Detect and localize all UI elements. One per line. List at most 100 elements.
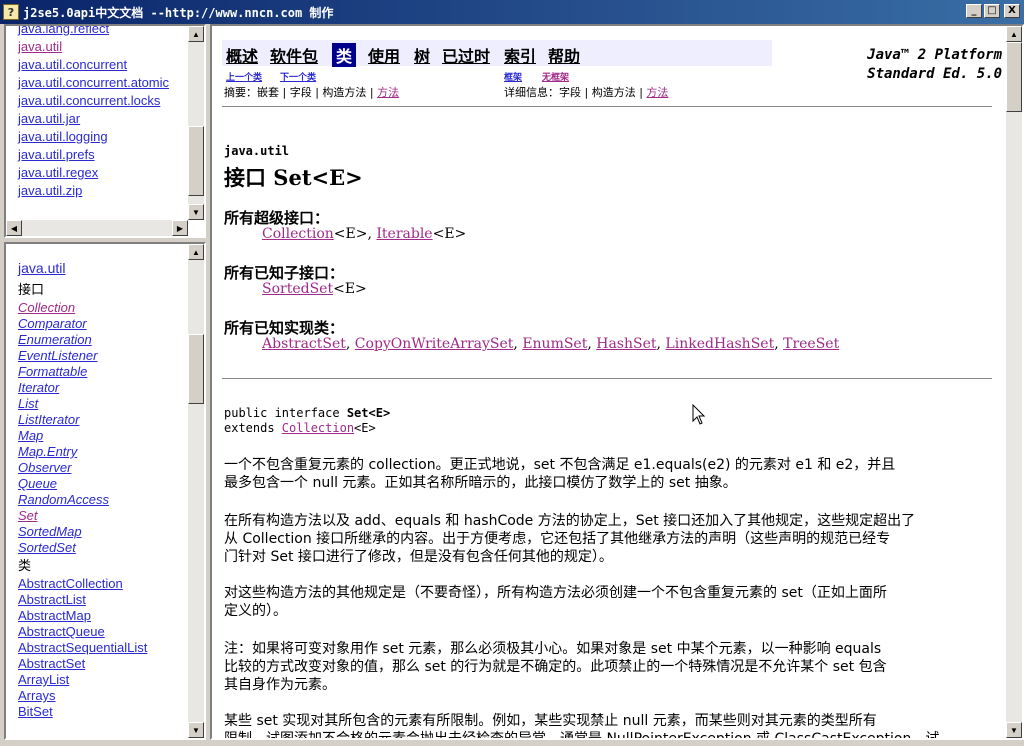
collection-link[interactable]: Collection [262, 226, 334, 242]
scroll-up-button[interactable]: ▲ [188, 244, 204, 260]
interface-link[interactable]: Map [18, 428, 147, 444]
interface-link[interactable]: Comparator [18, 316, 147, 332]
paragraph-line: 某些 set 实现对其所包含的元素有所限制。例如，某些实现禁止 null 元素，… [224, 713, 877, 729]
scroll-thumb[interactable] [1006, 42, 1022, 112]
package-link[interactable]: java.util.zip [18, 183, 82, 198]
detail-bar: 详细信息：字段 | 构造方法 | 方法 [504, 86, 669, 99]
implementing-class-link[interactable]: AbstractSet [262, 336, 346, 352]
package-hscrollbar[interactable]: ◀ ▶ [6, 220, 188, 236]
decl-name: Set<E> [346, 406, 391, 420]
nav-tree[interactable]: 树 [414, 43, 430, 67]
package-list-item: java.util [18, 38, 169, 56]
description-paragraph-4: 注：如果将可变对象用作 set 元素，那么必须极其小心。如果对象是 set 中某… [224, 640, 992, 694]
implementing-class-link[interactable]: CopyOnWriteArraySet [355, 336, 514, 352]
interface-link[interactable]: List [18, 396, 147, 412]
platform-label: Java™ 2 Platform Standard Ed. 5.0 [867, 46, 1002, 84]
package-link[interactable]: java.util.concurrent [18, 57, 127, 72]
implementing-classes-list: AbstractSet, CopyOnWriteArraySet, EnumSe… [262, 336, 839, 352]
interface-link[interactable]: Queue [18, 476, 147, 492]
type-param: <E> [333, 281, 367, 297]
package-link[interactable]: java.util [18, 39, 62, 54]
class-link[interactable]: AbstractMap [18, 608, 147, 624]
interface-link[interactable]: Observer [18, 460, 147, 476]
nav-class-current: 类 [332, 43, 357, 67]
nav-use[interactable]: 使用 [368, 43, 400, 67]
package-list: java.lang.reflect java.util java.util.conc… [18, 26, 169, 200]
package-link[interactable]: java.util.concurrent.atomic [18, 75, 169, 90]
nav-index[interactable]: 索引 [504, 43, 536, 67]
package-link[interactable]: java.util.logging [18, 129, 108, 144]
detail-label: 详细信息： [504, 86, 559, 99]
implementing-class-link[interactable]: EnumSet [522, 336, 587, 352]
interface-link[interactable]: SortedSet [18, 540, 147, 556]
summary-method-link[interactable]: 方法 [377, 86, 399, 99]
class-link[interactable]: AbstractList [18, 592, 147, 608]
prev-class-link[interactable]: 上一个类 [226, 70, 262, 83]
package-vscrollbar[interactable]: ▲ ▼ [188, 26, 204, 220]
collection-link[interactable]: Collection [282, 421, 354, 435]
interface-link[interactable]: Collection [18, 300, 147, 316]
close-button[interactable]: X [1004, 4, 1020, 18]
nav-help[interactable]: 帮助 [548, 43, 580, 67]
interface-link[interactable]: Map.Entry [18, 444, 147, 460]
package-link[interactable]: java.util.regex [18, 165, 98, 180]
interfaces-heading: 接口 [18, 283, 45, 298]
scroll-thumb[interactable] [188, 126, 204, 196]
nav-overview[interactable]: 概述 [226, 43, 258, 67]
interface-link[interactable]: Formattable [18, 364, 147, 380]
class-link[interactable]: AbstractCollection [18, 576, 147, 592]
implementing-class-link[interactable]: LinkedHashSet [665, 336, 774, 352]
class-link[interactable]: AbstractSequentialList [18, 640, 147, 656]
scroll-up-button[interactable]: ▲ [1006, 26, 1022, 42]
implementing-class-link[interactable]: HashSet [596, 336, 656, 352]
package-list-item: java.util.zip [18, 182, 169, 200]
type-param: <E> [432, 226, 467, 242]
interface-link[interactable]: RandomAccess [18, 492, 147, 508]
class-link[interactable]: BitSet [18, 704, 147, 720]
class-vscrollbar[interactable]: ▲ ▼ [188, 244, 204, 738]
scroll-right-button[interactable]: ▶ [172, 220, 188, 236]
window-titlebar[interactable]: ? j2se5.0api中文文档 --http://www.nncn.com 制… [0, 0, 1024, 24]
summary-field: 字段 [289, 86, 312, 99]
minimize-button[interactable]: _ [966, 4, 982, 18]
classes-list: AbstractCollection AbstractList AbstractMa… [18, 576, 147, 720]
iterable-link[interactable]: Iterable [376, 226, 432, 242]
interface-link[interactable]: ListIterator [18, 412, 147, 428]
frames-link[interactable]: 框架 [504, 70, 522, 83]
scroll-down-button[interactable]: ▼ [1006, 722, 1022, 738]
class-link[interactable]: AbstractQueue [18, 624, 147, 640]
noframes-link[interactable]: 无框架 [542, 70, 569, 83]
scroll-left-button[interactable]: ◀ [6, 220, 22, 236]
next-class-link[interactable]: 下一个类 [280, 70, 316, 83]
detail-method-link[interactable]: 方法 [646, 86, 668, 99]
declaration-line-1: public interface Set<E> [224, 406, 390, 420]
sortedset-link[interactable]: SortedSet [262, 281, 333, 297]
interface-link[interactable]: Iterator [18, 380, 147, 396]
platform-line-2: Standard Ed. 5.0 [867, 66, 1002, 82]
package-link[interactable]: java.util.concurrent.locks [18, 93, 160, 108]
package-link[interactable]: java.lang.reflect [18, 26, 109, 36]
implementing-class-link[interactable]: TreeSet [783, 336, 839, 352]
interface-link[interactable]: Set [18, 508, 147, 524]
divider [222, 378, 992, 379]
nav-deprecated[interactable]: 已过时 [442, 43, 490, 67]
scroll-thumb[interactable] [188, 334, 204, 404]
nav-package[interactable]: 软件包 [270, 43, 318, 67]
package-link[interactable]: java.util.prefs [18, 147, 95, 162]
package-list-item: java.util.jar [18, 110, 169, 128]
implementing-classes-label: 所有已知实现类： [224, 319, 345, 337]
package-link[interactable]: java.util.jar [18, 111, 80, 126]
scroll-down-button[interactable]: ▼ [188, 722, 204, 738]
interface-link[interactable]: SortedMap [18, 524, 147, 540]
class-link[interactable]: Arrays [18, 688, 147, 704]
interface-link[interactable]: Enumeration [18, 332, 147, 348]
scroll-up-button[interactable]: ▲ [188, 26, 204, 42]
class-link[interactable]: ArrayList [18, 672, 147, 688]
main-content-frame: 概述 软件包 类 使用 树 已过时 索引 帮助 Java™ 2 Platform… [210, 24, 1024, 740]
interface-link[interactable]: EventListener [18, 348, 147, 364]
maximize-button[interactable]: □ [984, 4, 1000, 18]
package-name-link[interactable]: java.util [18, 260, 147, 280]
main-vscrollbar[interactable]: ▲ ▼ [1006, 26, 1022, 738]
scroll-down-button[interactable]: ▼ [188, 204, 204, 220]
class-link[interactable]: AbstractSet [18, 656, 147, 672]
